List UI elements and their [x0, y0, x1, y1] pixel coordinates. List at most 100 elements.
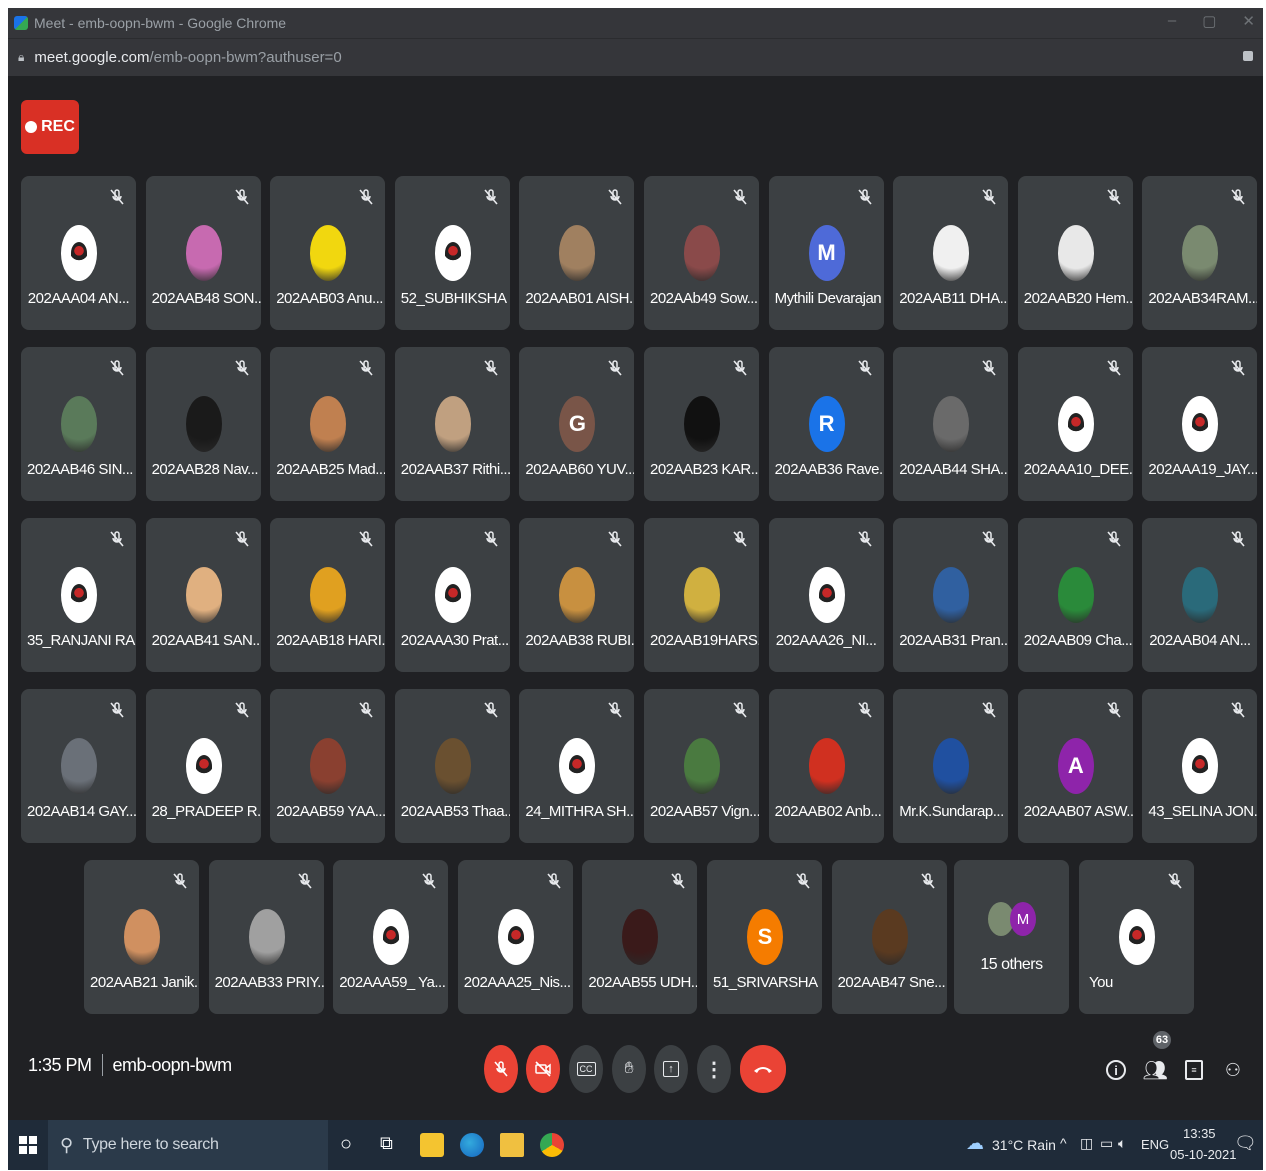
participant-name: 202AAB25 Mad...	[276, 461, 386, 478]
chat-button[interactable]: ≡	[1182, 1058, 1206, 1082]
participant-tile[interactable]: 202AAB02 Anb...	[768, 689, 884, 843]
maximize-icon[interactable]: ▢	[1202, 12, 1216, 30]
participant-tile[interactable]: 202AAB19HARS...	[644, 518, 759, 672]
language-indicator[interactable]: ENG	[1141, 1137, 1169, 1152]
participant-tile[interactable]: 24_MITHRA SH...	[519, 689, 635, 843]
taskbar-search-box[interactable]: ⚲ Type here to search	[48, 1120, 328, 1170]
search-placeholder: Type here to search	[82, 1136, 219, 1153]
participant-tile[interactable]: 28_PRADEEP R...	[145, 689, 261, 843]
meeting-code[interactable]: emb-oopn-bwm	[113, 1055, 233, 1076]
clock-date[interactable]: 05-10-2021	[1170, 1147, 1237, 1162]
mic-off-icon	[1107, 531, 1121, 547]
participant-tile[interactable]: 202AAA10_DEE...	[1017, 347, 1133, 501]
weather-text[interactable]: 31°C Rain	[992, 1137, 1056, 1153]
participant-tile[interactable]: R 202AAB36 Rave...	[768, 347, 884, 501]
people-button[interactable]: 👥︎	[1142, 1058, 1168, 1082]
mic-off-icon	[1168, 873, 1182, 889]
network-icon[interactable]: ◫	[1080, 1135, 1093, 1152]
more-options-button[interactable]: ⋮	[697, 1045, 731, 1093]
self-tile[interactable]: You	[1079, 860, 1194, 1014]
notifications-icon[interactable]: 🗨︎	[1234, 1133, 1257, 1154]
close-icon[interactable]: ✕	[1242, 12, 1255, 30]
activities-button[interactable]: ⚇	[1221, 1058, 1245, 1082]
participant-tile[interactable]: 202AAA59_ Ya...	[333, 860, 449, 1014]
participant-tile[interactable]: 202AAB14 GAY...	[21, 689, 136, 843]
meeting-details-button[interactable]: i	[1104, 1058, 1128, 1082]
participant-tile[interactable]: S 51_SRIVARSHA	[707, 860, 822, 1014]
participant-tile[interactable]: 202AAB37 Rithi...	[394, 347, 510, 501]
weather-icon[interactable]: ☁	[966, 1133, 984, 1154]
participant-tile[interactable]: 202AAB23 KAR...	[644, 347, 759, 501]
participant-tile[interactable]: 202AAB25 Mad...	[270, 347, 386, 501]
volume-icon[interactable]: 🔈︎	[1118, 1135, 1126, 1152]
people-icon: 👥︎	[1142, 1059, 1168, 1082]
participant-tile[interactable]: 202AAB48 SON...	[145, 176, 261, 330]
participant-tile[interactable]: 202AAB41 SAN...	[145, 518, 261, 672]
participant-tile[interactable]: 202AAB31 Pran...	[893, 518, 1009, 672]
participant-tile[interactable]: 35_RANJANI RA...	[21, 518, 136, 672]
participant-tile[interactable]: 202AAB20 Hem...	[1017, 176, 1133, 330]
participant-tile[interactable]: 202AAB38 RUBI...	[519, 518, 635, 672]
participant-tile[interactable]: 202AAB18 HARI...	[270, 518, 386, 672]
participant-avatar	[61, 567, 97, 623]
edge-icon[interactable]	[460, 1133, 484, 1157]
participant-tile[interactable]: 202AAB04 AN...	[1142, 518, 1258, 672]
lock-icon[interactable]: 🔒︎	[18, 50, 24, 65]
camera-indicator-icon[interactable]	[1243, 51, 1253, 61]
participant-tile[interactable]: 202AAA19_JAY...	[1142, 347, 1258, 501]
store-icon[interactable]	[420, 1133, 444, 1157]
participant-tile[interactable]: 202AAA25_Nis...	[457, 860, 573, 1014]
participant-tile[interactable]: 202AAB57 Vign...	[644, 689, 759, 843]
start-button[interactable]	[8, 1120, 48, 1170]
participant-tile[interactable]: 202AAB47 Sne...	[831, 860, 947, 1014]
mic-toggle-button[interactable]	[484, 1045, 518, 1093]
participant-tile[interactable]: 202AAB09 Cha...	[1017, 518, 1133, 672]
participant-tile[interactable]: 202AAB55 UDH...	[582, 860, 698, 1014]
participant-tile[interactable]: 202AAA30 Prat...	[394, 518, 510, 672]
clock-time[interactable]: 13:35	[1183, 1126, 1216, 1141]
mic-off-icon	[733, 360, 747, 376]
participant-tile[interactable]: 43_SELINA JON...	[1142, 689, 1258, 843]
participant-tile[interactable]: 202AAB44 SHA...	[893, 347, 1009, 501]
participant-name: 202AAA04 AN...	[27, 290, 130, 307]
present-button[interactable]: ↑	[654, 1045, 688, 1093]
file-explorer-icon[interactable]	[500, 1133, 524, 1157]
others-tile[interactable]: M 15 others	[954, 860, 1069, 1014]
participant-tile[interactable]: 202AAB21 Janik...	[84, 860, 199, 1014]
participant-tile[interactable]: 202AAB59 YAA...	[270, 689, 386, 843]
participant-tile[interactable]: 202AAB03 Anu...	[270, 176, 386, 330]
minimize-icon[interactable]: –	[1168, 12, 1176, 30]
participant-tile[interactable]: 52_SUBHIKSHA ...	[394, 176, 510, 330]
activities-icon: ⚇	[1224, 1059, 1242, 1080]
participant-tile[interactable]: 202AAB01 AISH...	[519, 176, 635, 330]
participant-tile[interactable]: 202AAB53 Thaa...	[394, 689, 510, 843]
participant-tile[interactable]: 202AAB28 Nav...	[145, 347, 261, 501]
participant-name: 202AAB18 HARI...	[276, 632, 386, 649]
participant-tile[interactable]: G 202AAB60 YUV...	[519, 347, 635, 501]
participant-tile[interactable]: 202AAB46 SIN...	[21, 347, 136, 501]
battery-icon[interactable]: ▭	[1100, 1135, 1113, 1152]
raise-hand-button[interactable]: ✋︎	[612, 1045, 646, 1093]
address-bar[interactable]: 🔒︎ meet.google.com/emb-oopn-bwm?authuser…	[8, 38, 1263, 76]
tray-chevron-icon[interactable]: ^	[1060, 1135, 1067, 1151]
participant-tile[interactable]: Mr.K.Sundarap...	[893, 689, 1009, 843]
participant-tile[interactable]: 202AAA26_NI...	[768, 518, 884, 672]
captions-button[interactable]: CC	[569, 1045, 603, 1093]
participant-tile[interactable]: 202AAB33 PRIY...	[208, 860, 324, 1014]
participant-tile[interactable]: 202AAB34RAM...	[1142, 176, 1258, 330]
chrome-icon[interactable]	[540, 1133, 564, 1157]
participant-name: 202AAB59 YAA...	[276, 803, 386, 820]
participant-tile[interactable]: 202AAA04 AN...	[21, 176, 136, 330]
participant-tile[interactable]: 202AAb49 Sow...	[644, 176, 759, 330]
participant-tile[interactable]: A 202AAB07 ASW...	[1017, 689, 1133, 843]
participant-name: 202AAB20 Hem...	[1023, 290, 1133, 307]
cortana-icon[interactable]: ○	[340, 1133, 364, 1157]
participant-tile[interactable]: M Mythili Devarajan	[768, 176, 884, 330]
leave-call-button[interactable]	[740, 1045, 786, 1093]
task-view-icon[interactable]: ⧉	[380, 1133, 404, 1157]
camera-toggle-button[interactable]	[526, 1045, 560, 1093]
others-label: 15 others	[980, 956, 1043, 973]
participant-name: 202AAB34RAM...	[1148, 290, 1258, 307]
participant-tile[interactable]: 202AAB11 DHA...	[893, 176, 1009, 330]
hang-up-icon	[754, 1067, 772, 1073]
